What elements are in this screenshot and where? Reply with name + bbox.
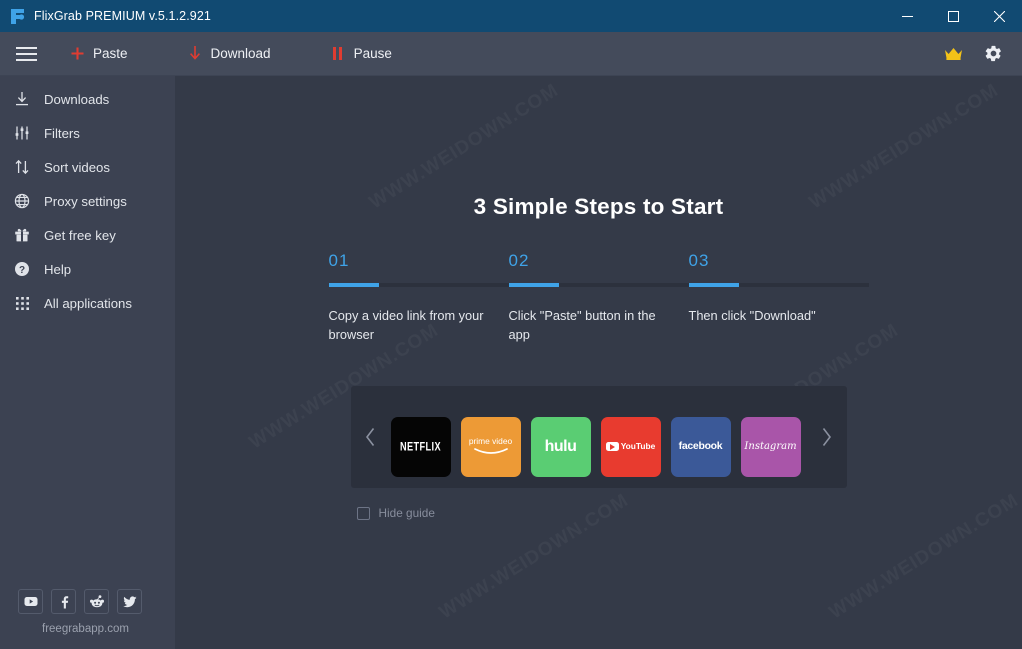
- step-number: 01: [328, 251, 350, 270]
- service-tile-instagram[interactable]: Instagram: [740, 416, 801, 477]
- hide-guide-label: Hide guide: [378, 506, 435, 521]
- plus-icon: [70, 46, 84, 62]
- hide-guide-checkbox[interactable]: [356, 506, 370, 520]
- sidebar-item-proxy-settings[interactable]: Proxy settings: [0, 184, 175, 218]
- step-item: 01 Copy a video link from your browser: [328, 251, 509, 344]
- window-controls: [884, 0, 1022, 32]
- title-bar: FlixGrab PREMIUM v.5.1.2.921: [0, 0, 1022, 32]
- hamburger-menu-icon[interactable]: [0, 32, 52, 76]
- maximize-button[interactable]: [930, 0, 976, 32]
- sidebar-item-all-applications[interactable]: All applications: [0, 286, 175, 320]
- social-links: [18, 589, 175, 614]
- chevron-right-icon[interactable]: [807, 427, 847, 447]
- toolbar-right-group: [936, 37, 1022, 71]
- step-progress-track: [508, 283, 689, 287]
- download-button-label: Download: [210, 46, 271, 61]
- svg-text:?: ?: [19, 265, 25, 276]
- body-region: Downloads Filters Sort videos Proxy sett…: [0, 76, 1022, 649]
- pause-icon: [331, 46, 345, 62]
- youtube-play-icon: [605, 442, 619, 452]
- step-item: 02 Click "Paste" button in the app: [508, 251, 689, 344]
- sidebar-item-label: Get free key: [44, 227, 116, 243]
- paste-button[interactable]: Paste: [52, 32, 146, 76]
- crown-icon[interactable]: [936, 37, 970, 71]
- sidebar-item-label: Filters: [44, 125, 80, 141]
- getting-started-guide: 3 Simple Steps to Start 01 Copy a video …: [175, 194, 1022, 520]
- service-tile-hulu[interactable]: hulu: [530, 416, 591, 477]
- hide-guide-row[interactable]: Hide guide: [351, 506, 847, 520]
- sidebar-item-label: All applications: [44, 295, 132, 311]
- step-progress-track: [688, 283, 869, 287]
- flixgrab-logo-icon: [0, 8, 34, 25]
- website-link[interactable]: freegrabapp.com: [18, 623, 175, 635]
- sidebar: Downloads Filters Sort videos Proxy sett…: [0, 76, 175, 649]
- sidebar-item-label: Sort videos: [44, 159, 110, 175]
- service-label: facebook: [678, 440, 723, 453]
- download-icon: [13, 90, 31, 108]
- step-progress-track: [328, 283, 509, 287]
- sidebar-item-label: Downloads: [44, 91, 110, 107]
- download-button[interactable]: Download: [170, 32, 289, 76]
- service-tile-prime-video[interactable]: prime video: [460, 416, 521, 477]
- sidebar-item-sort-videos[interactable]: Sort videos: [0, 150, 175, 184]
- main-toolbar: Paste Download Pause: [0, 32, 1022, 76]
- reddit-icon[interactable]: [84, 589, 109, 614]
- service-label: hulu: [544, 438, 577, 456]
- grid-dots-icon: [13, 294, 31, 312]
- filters-sliders-icon: [13, 124, 31, 142]
- step-description: Then click "Download": [688, 308, 816, 323]
- service-tile-youtube[interactable]: YouTube: [600, 416, 661, 477]
- download-arrow-icon: [188, 46, 202, 62]
- page-title: 3 Simple Steps to Start: [473, 194, 724, 219]
- service-tile-facebook[interactable]: facebook: [670, 416, 731, 477]
- sidebar-item-label: Proxy settings: [44, 193, 127, 209]
- flixgrab-window: FlixGrab PREMIUM v.5.1.2.921 Paste Downl…: [0, 0, 1022, 649]
- step-description: Copy a video link from your browser: [328, 308, 484, 343]
- service-label: YouTube: [605, 441, 656, 452]
- youtube-icon[interactable]: [18, 589, 43, 614]
- service-label: prime video: [468, 436, 513, 447]
- pause-button-label: Pause: [353, 46, 392, 61]
- service-tile-netflix[interactable]: NETFLIX: [390, 416, 451, 477]
- service-label-text: YouTube: [620, 441, 656, 452]
- sidebar-item-downloads[interactable]: Downloads: [0, 82, 175, 116]
- services-carousel: NETFLIX prime video hulu YouTube faceboo…: [350, 386, 847, 489]
- service-label: Instagram: [744, 441, 797, 453]
- sidebar-footer: freegrabapp.com: [0, 589, 175, 649]
- step-number: 03: [688, 251, 710, 270]
- carousel-track: NETFLIX prime video hulu YouTube faceboo…: [390, 386, 807, 488]
- globe-icon: [13, 192, 31, 210]
- close-button[interactable]: [976, 0, 1022, 32]
- steps-list: 01 Copy a video link from your browser 0…: [328, 251, 869, 344]
- pause-button[interactable]: Pause: [313, 32, 410, 76]
- window-title: FlixGrab PREMIUM v.5.1.2.921: [34, 9, 211, 23]
- sidebar-item-label: Help: [44, 261, 72, 277]
- sort-arrows-icon: [13, 158, 31, 176]
- question-circle-icon: ?: [13, 260, 31, 278]
- sidebar-item-help[interactable]: ? Help: [0, 252, 175, 286]
- step-item: 03 Then click "Download": [688, 251, 869, 344]
- chevron-left-icon[interactable]: [351, 427, 391, 447]
- sidebar-item-get-free-key[interactable]: Get free key: [0, 218, 175, 252]
- minimize-button[interactable]: [884, 0, 930, 32]
- twitter-icon[interactable]: [117, 589, 142, 614]
- facebook-icon[interactable]: [51, 589, 76, 614]
- sidebar-item-filters[interactable]: Filters: [0, 116, 175, 150]
- service-label: NETFLIX: [399, 440, 442, 454]
- gift-icon: [13, 226, 31, 244]
- step-number: 02: [508, 251, 530, 270]
- main-content: WWW.WEIDOWN.COM WWW.WEIDOWN.COM WWW.WEID…: [175, 76, 1022, 649]
- step-description: Click "Paste" button in the app: [508, 308, 656, 343]
- paste-button-label: Paste: [93, 46, 128, 61]
- gear-icon[interactable]: [976, 37, 1010, 71]
